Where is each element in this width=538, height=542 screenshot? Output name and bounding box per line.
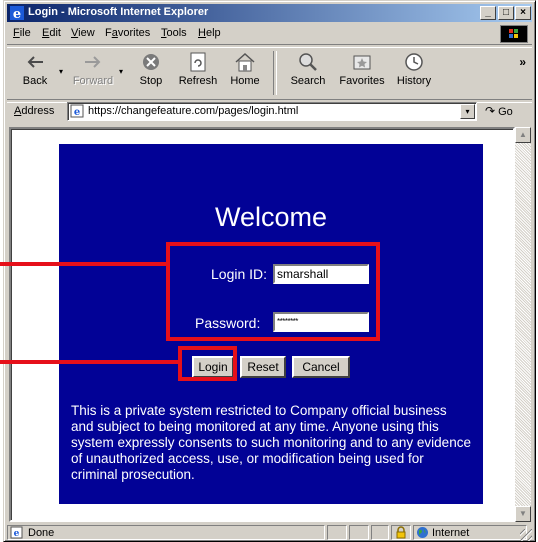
svg-text:e: e (14, 529, 20, 539)
search-button[interactable]: Search (284, 51, 332, 95)
reset-button[interactable]: Reset (240, 356, 286, 378)
refresh-icon (190, 52, 206, 72)
back-dropdown-icon[interactable]: ▾ (59, 67, 63, 76)
home-button[interactable]: Home (221, 51, 269, 95)
go-icon: ↷ (485, 104, 496, 118)
cancel-button[interactable]: Cancel (292, 356, 350, 378)
back-button[interactable]: Back (11, 51, 59, 95)
menu-tools[interactable]: Tools (161, 27, 187, 39)
page-icon: e (70, 104, 84, 118)
ie-logo-icon: e (10, 6, 24, 21)
forward-dropdown-icon[interactable]: ▾ (119, 67, 123, 76)
status-pane-3 (371, 525, 389, 540)
address-label: Address (14, 105, 55, 117)
lock-icon (396, 526, 406, 539)
status-bar: e Done Internet (7, 524, 532, 541)
login-button-highlight-box (178, 346, 237, 381)
toolbar-more-chevron[interactable]: » (519, 55, 526, 69)
welcome-heading: Welcome (214, 202, 328, 232)
address-url: https://changefeature.com/pages/login.ht… (88, 105, 299, 117)
maximize-button[interactable]: □ (498, 6, 514, 20)
home-icon (235, 52, 255, 72)
address-input[interactable]: e https://changefeature.com/pages/login.… (67, 102, 477, 121)
login-callout-line (0, 360, 180, 364)
go-label: Go (498, 106, 513, 118)
refresh-button[interactable]: Refresh (174, 51, 222, 95)
history-button[interactable]: History (390, 51, 438, 95)
favorites-button[interactable]: Favorites (334, 51, 390, 95)
window-title: Login - Microsoft Internet Explorer (28, 6, 209, 18)
address-dropdown-button[interactable]: ▾ (460, 104, 475, 119)
toolbar: Back ▾ Forward ▾ Stop Refresh Home Searc… (7, 47, 532, 99)
page-icon: e (10, 526, 23, 539)
stop-button[interactable]: Stop (127, 51, 175, 95)
favorites-icon (353, 55, 371, 70)
scroll-up-button[interactable]: ▲ (515, 127, 531, 143)
credentials-callout-line (0, 262, 168, 266)
close-button[interactable]: × (515, 6, 531, 20)
menu-view[interactable]: View (71, 27, 95, 39)
status-pane-main: e Done (7, 525, 325, 540)
status-pane-2 (349, 525, 369, 540)
status-pane-lock (391, 525, 411, 540)
windows-logo-icon (500, 25, 528, 43)
vertical-scrollbar[interactable]: ▲ ▼ (515, 127, 531, 522)
menu-favorites[interactable]: Favorites (105, 27, 150, 39)
status-text: Done (28, 527, 55, 539)
menu-edit[interactable]: Edit (42, 27, 61, 39)
svg-text:e: e (13, 7, 21, 21)
status-pane-zone: Internet (413, 525, 527, 540)
zone-text: Internet (432, 527, 470, 539)
minimize-button[interactable]: _ (480, 6, 496, 20)
status-pane-1 (327, 525, 347, 540)
menu-file[interactable]: File (13, 27, 31, 39)
title-bar[interactable]: e Login - Microsoft Internet Explorer _ … (7, 4, 532, 22)
resize-grip[interactable] (520, 529, 532, 541)
back-icon (27, 56, 43, 68)
menu-help[interactable]: Help (198, 27, 221, 39)
forward-icon (85, 56, 101, 68)
credentials-highlight-box (166, 242, 380, 341)
globe-icon (417, 527, 428, 538)
scroll-down-button[interactable]: ▼ (515, 506, 531, 522)
go-button[interactable]: ↷ Go (485, 104, 513, 118)
address-bar: Address e https://changefeature.com/page… (7, 101, 532, 123)
menu-bar: File Edit View Favorites Tools Help (7, 24, 532, 43)
forward-button[interactable]: Forward (69, 51, 117, 95)
legal-notice: This is a private system restricted to C… (71, 403, 471, 482)
search-icon (299, 53, 317, 71)
svg-text:e: e (74, 107, 80, 118)
stop-icon (143, 54, 159, 70)
toolbar-separator (273, 51, 277, 95)
history-icon (405, 53, 423, 71)
